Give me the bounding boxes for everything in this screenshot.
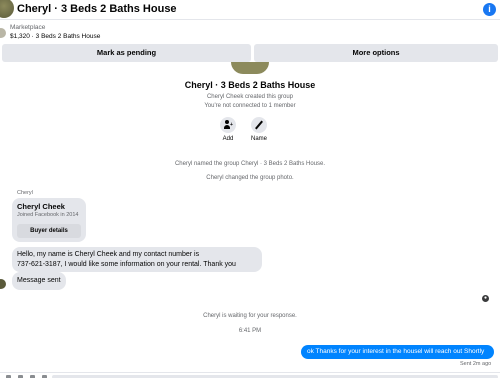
connection-text: You're not connected to 1 member: [204, 103, 296, 109]
listing-thumbnail: [0, 28, 6, 38]
group-photo: [231, 62, 269, 74]
pencil-icon: [251, 117, 267, 133]
message-composer: [0, 372, 500, 378]
add-person-icon: +: [220, 117, 236, 133]
sender-name: Cheryl: [17, 190, 33, 196]
info-icon[interactable]: i: [483, 3, 496, 16]
name-label: Name: [250, 136, 267, 142]
profile-name[interactable]: Cheryl Cheek: [17, 202, 65, 211]
buyer-profile-card: Cheryl Cheek Joined Facebook in 2014 Buy…: [12, 198, 86, 242]
timestamp: 6:41 PM: [238, 328, 262, 334]
conversation-title[interactable]: Cheryl · 3 Beds 2 Baths House: [17, 3, 177, 15]
listing-actions: Mark as pending More options: [0, 44, 500, 62]
message-line: Hello, my name is Cheryl Cheek and my co…: [17, 251, 200, 258]
outgoing-message[interactable]: ok Thanks for your interest in the house…: [301, 345, 494, 359]
listing-kind: Marketplace: [10, 24, 46, 31]
group-avatar[interactable]: [0, 0, 14, 18]
more-options-button[interactable]: More options: [254, 44, 498, 62]
incoming-message[interactable]: Hello, my name is Cheryl Cheek and my co…: [12, 247, 262, 272]
listing-summary: $1,320 · 3 Beds 2 Baths House: [10, 33, 101, 40]
profile-joined: Joined Facebook in 2014: [17, 212, 79, 218]
seen-icon: ●: [482, 295, 489, 302]
sent-status: Sent 2m ago: [460, 361, 492, 367]
group-name: Cheryl · 3 Beds 2 Baths House: [184, 80, 316, 90]
message-line: 737-621-3187, I would like some informat…: [17, 261, 236, 268]
add-label: Add: [222, 136, 234, 142]
add-member-button[interactable]: + Add: [213, 117, 243, 142]
sender-avatar[interactable]: [0, 279, 6, 289]
system-message: Cheryl changed the group photo.: [206, 175, 294, 181]
mark-as-pending-button[interactable]: Mark as pending: [2, 44, 251, 62]
name-group-button[interactable]: Name: [244, 117, 274, 142]
group-created-text: Cheryl Cheek created this group: [206, 94, 294, 100]
waiting-text: Cheryl is waiting for your response.: [203, 313, 297, 319]
incoming-message[interactable]: Message sent: [12, 272, 66, 290]
conversation-header: Cheryl · 3 Beds 2 Baths House i: [0, 0, 500, 20]
marketplace-listing[interactable]: Marketplace $1,320 · 3 Beds 2 Baths Hous…: [0, 22, 500, 44]
buyer-details-button[interactable]: Buyer details: [17, 224, 81, 238]
system-message: Cheryl named the group Cheryl · 3 Beds 2…: [174, 161, 326, 167]
